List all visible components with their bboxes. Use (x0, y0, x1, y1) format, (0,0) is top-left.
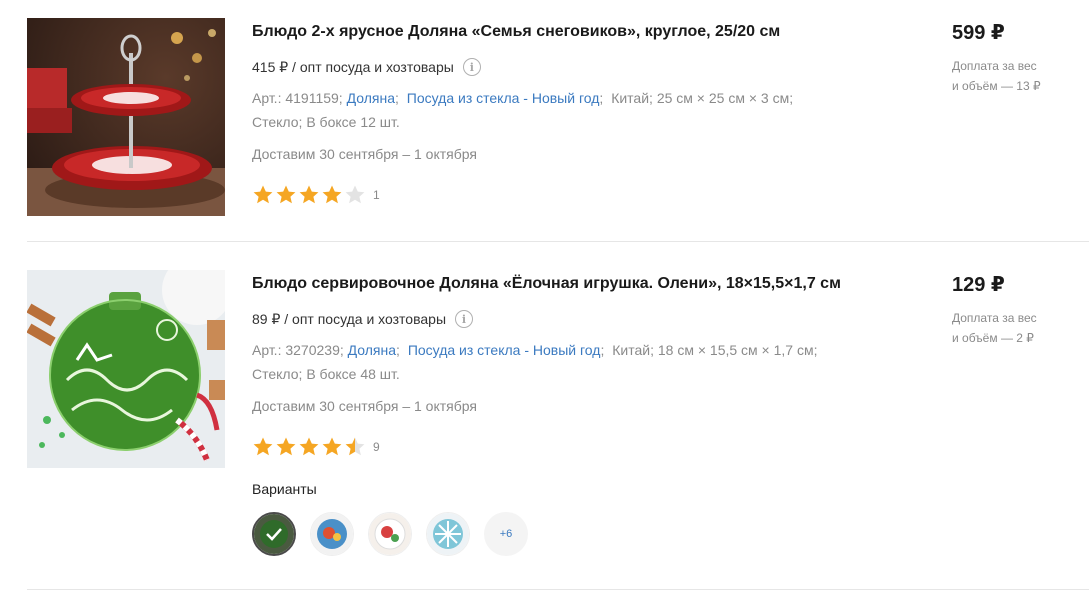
product-image[interactable] (27, 18, 225, 216)
delivery-date: Доставим 30 сентября – 1 октября (252, 146, 477, 162)
product-price: 129 ₽ (952, 274, 1005, 296)
divider (27, 241, 1089, 242)
surcharge-note: Доплата за вес и объём — 2 ₽ (952, 308, 1072, 348)
product-price: 599 ₽ (952, 22, 1005, 44)
green-plate-image (27, 270, 225, 468)
variant-swatch[interactable] (252, 512, 296, 556)
review-count: 1 (373, 188, 380, 202)
delivery-date: Доставим 30 сентября – 1 октября (252, 398, 477, 414)
category-link[interactable]: Посуда из стекла - Новый год (407, 90, 600, 106)
star-icon (299, 185, 319, 204)
variant-swatch[interactable] (310, 512, 354, 556)
material: Стекло; (252, 366, 303, 382)
tiered-dish-image (27, 18, 225, 216)
country: Китай; (611, 90, 653, 106)
surcharge-line: Доплата за вес (952, 59, 1037, 73)
product-title[interactable]: Блюдо сервировочное Доляна «Ёлочная игру… (252, 270, 892, 298)
check-icon (254, 514, 294, 554)
surcharge-line: и объём — 13 ₽ (952, 79, 1041, 93)
star-icon (276, 437, 296, 456)
rating[interactable]: 9 (252, 436, 892, 458)
product-meta: Арт.: 4191159; Доляна; Посуда из стекла … (252, 90, 794, 130)
variant-thumbnail-icon (427, 513, 469, 555)
star-icon (322, 185, 342, 204)
surcharge-line: Доплата за вес (952, 311, 1037, 325)
rating-stars (252, 184, 367, 206)
product-meta: Арт.: 3270239; Доляна; Посуда из стекла … (252, 342, 818, 382)
brand-link[interactable]: Доляна (348, 342, 396, 358)
star-icon (345, 185, 365, 204)
variant-swatch[interactable] (426, 512, 470, 556)
wholesale-price: 415 ₽ / опт посуда и хозтовары (252, 58, 454, 75)
star-icon (253, 185, 273, 204)
product-info: Блюдо сервировочное Доляна «Ёлочная игру… (252, 270, 892, 556)
category-link[interactable]: Посуда из стекла - Новый год (408, 342, 601, 358)
surcharge-line: и объём — 2 ₽ (952, 331, 1034, 345)
variants-list: +6 (252, 512, 892, 556)
variants-label: Варианты (252, 481, 317, 497)
price-column: 599 ₽ Доплата за вес и объём — 13 ₽ (952, 18, 1072, 96)
review-count: 9 (373, 440, 380, 454)
box-quantity: В боксе 48 шт. (306, 366, 400, 382)
star-icon (276, 185, 296, 204)
more-variants-button[interactable]: +6 (484, 512, 528, 556)
divider (27, 589, 1089, 590)
country: Китай; (612, 342, 654, 358)
dimensions: 18 см × 15,5 см × 1,7 см; (657, 342, 818, 358)
rating[interactable]: 1 (252, 184, 892, 206)
star-icon (322, 437, 342, 456)
star-icon (345, 437, 365, 456)
info-icon[interactable]: i (455, 310, 474, 328)
product-image[interactable] (27, 270, 225, 468)
star-icon (253, 437, 273, 456)
article-number: Арт.: 4191159; (252, 90, 343, 106)
wholesale-price-row: 89 ₽ / опт посуда и хозтовары i (252, 307, 892, 331)
product-info: Блюдо 2-х ярусное Доляна «Семья снеговик… (252, 18, 892, 206)
price-column: 129 ₽ Доплата за вес и объём — 2 ₽ (952, 270, 1072, 348)
surcharge-note: Доплата за вес и объём — 13 ₽ (952, 56, 1072, 96)
variant-thumbnail-icon (311, 513, 353, 555)
variant-swatch[interactable] (368, 512, 412, 556)
product-title[interactable]: Блюдо 2-х ярусное Доляна «Семья снеговик… (252, 18, 892, 46)
dimensions: 25 см × 25 см × 3 см; (656, 90, 794, 106)
material: Стекло; (252, 114, 303, 130)
brand-link[interactable]: Доляна (347, 90, 395, 106)
wholesale-price: 89 ₽ / опт посуда и хозтовары (252, 310, 447, 327)
rating-stars (252, 436, 367, 458)
star-icon (299, 437, 319, 456)
wholesale-price-row: 415 ₽ / опт посуда и хозтовары i (252, 55, 892, 79)
box-quantity: В боксе 12 шт. (306, 114, 400, 130)
article-number: Арт.: 3270239; (252, 342, 344, 358)
info-icon[interactable]: i (462, 58, 481, 76)
variant-thumbnail-icon (369, 513, 411, 555)
